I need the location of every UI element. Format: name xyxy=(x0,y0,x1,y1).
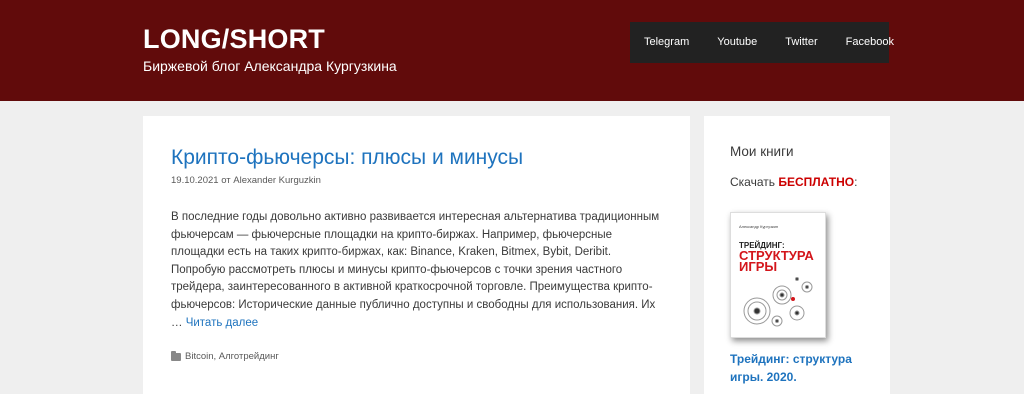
post-meta: 19.10.2021 от Alexander Kurguzkin xyxy=(171,175,321,186)
post-excerpt: В последние годы довольно активно развив… xyxy=(171,209,666,332)
widget-title: Мои книги xyxy=(730,144,794,159)
site-header: LONG/SHORT Биржевой блог Александра Кург… xyxy=(0,0,1024,101)
book-cover-title: ТРЕЙДИНГ: СТРУКТУРА ИГРЫ xyxy=(739,241,821,274)
gears-illustration xyxy=(743,277,813,327)
nav-item-youtube[interactable]: Youtube xyxy=(703,22,771,63)
main-navigation: Telegram Youtube Twitter Facebook xyxy=(630,22,894,63)
post-excerpt-text: В последние годы довольно активно развив… xyxy=(171,211,660,329)
book-link[interactable]: Трейдинг: структура игры. 2020. xyxy=(730,350,870,386)
site-title[interactable]: LONG/SHORT xyxy=(143,24,325,55)
download-prefix: Скачать xyxy=(730,175,775,189)
post-card: Крипто-фьючерсы: плюсы и минусы 19.10.20… xyxy=(143,116,690,394)
download-free: БЕСПЛАТНО xyxy=(778,175,855,189)
post-title[interactable]: Крипто-фьючерсы: плюсы и минусы xyxy=(171,146,523,170)
nav-item-telegram[interactable]: Telegram xyxy=(630,22,703,63)
site-description: Биржевой блог Александра Кургузкина xyxy=(143,58,397,74)
book-author: Александр Кургузкин xyxy=(739,224,779,229)
nav-item-facebook[interactable]: Facebook xyxy=(832,22,908,63)
download-suffix: : xyxy=(854,175,858,189)
nav-item-twitter[interactable]: Twitter xyxy=(771,22,831,63)
folder-icon xyxy=(171,350,181,361)
download-text: Скачать БЕСПЛАТНО: xyxy=(730,175,857,189)
book-title-main: СТРУКТУРА ИГРЫ xyxy=(739,248,814,274)
post-categories[interactable]: Bitcoin, Алготрейдинг xyxy=(185,351,279,362)
read-more-link[interactable]: Читать далее xyxy=(186,317,258,329)
post-footer: Bitcoin, Алготрейдинг xyxy=(171,350,279,362)
sidebar-widget: Мои книги Скачать БЕСПЛАТНО: Александр К… xyxy=(704,116,890,394)
book-cover[interactable]: Александр Кургузкин ТРЕЙДИНГ: СТРУКТУРА … xyxy=(730,212,826,338)
post-date[interactable]: 19.10.2021 xyxy=(171,175,219,186)
post-author[interactable]: Alexander Kurguzkin xyxy=(233,175,321,186)
post-by: от xyxy=(221,175,231,186)
